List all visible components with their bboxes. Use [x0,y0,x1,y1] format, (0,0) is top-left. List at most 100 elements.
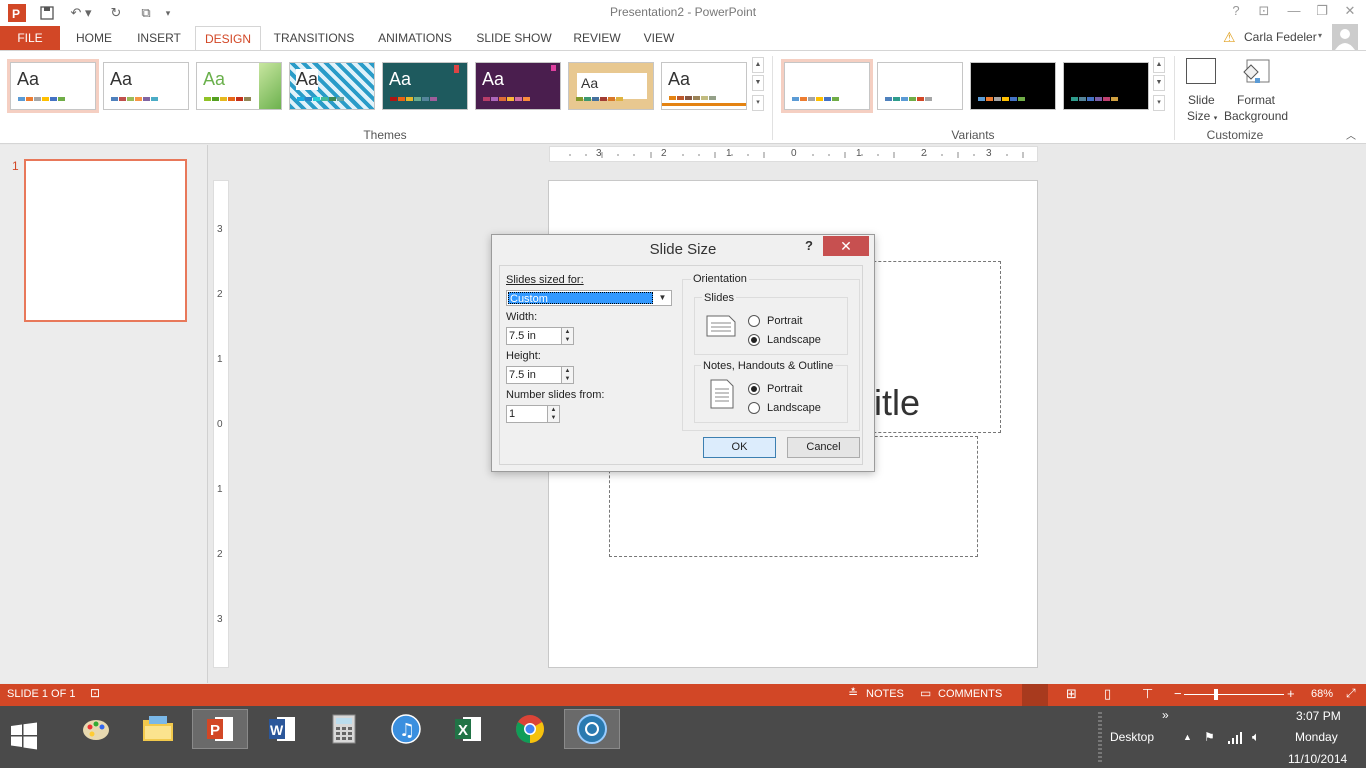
ok-button[interactable]: OK [703,437,776,458]
taskbar-separator [1098,712,1102,762]
reading-view-icon[interactable]: ▯ [1104,686,1111,702]
theme-organic[interactable]: Aa [568,62,654,110]
taskbar-chrome-icon[interactable] [502,709,558,749]
chevron-down-icon[interactable]: ▼ [655,292,670,304]
network-icon[interactable] [1228,732,1242,744]
theme-integral[interactable]: Aa [289,62,375,110]
slide-count: SLIDE 1 OF 1 [7,688,76,700]
show-hidden-icons[interactable]: ▲ [1183,732,1192,742]
slides-landscape-radio[interactable] [748,334,760,346]
restore-icon[interactable]: ❐ [1308,3,1336,21]
themes-more[interactable]: ▾ [752,95,764,111]
zoom-in-icon[interactable]: + [1287,686,1295,701]
action-center-icon[interactable]: ⚑ [1204,730,1215,744]
variant-4[interactable] [1063,62,1149,110]
landscape-page-icon [706,315,736,337]
width-spinner[interactable]: ▲ ▼ [561,327,574,345]
dialog-close-button[interactable]: ✕ [823,236,869,256]
ruler-v-label: 3 [217,614,223,625]
variants-scroll-down[interactable]: ▼ [1153,75,1165,91]
zoom-slider[interactable] [1184,694,1284,695]
account-dropdown-icon[interactable]: ▾ [1318,31,1322,40]
notes-landscape-radio[interactable] [748,402,760,414]
tab-design[interactable]: DESIGN [195,26,261,51]
height-spinner[interactable]: ▲ ▼ [561,366,574,384]
taskbar-excel-icon[interactable]: X [440,709,496,749]
tab-insert[interactable]: INSERT [130,26,188,50]
height-input[interactable]: 7.5 in [506,366,562,384]
tab-review[interactable]: REVIEW [567,26,627,50]
slides-landscape-label[interactable]: Landscape [767,334,821,346]
number-slides-from-input[interactable]: 1 [506,405,548,423]
width-input[interactable]: 7.5 in [506,327,562,345]
taskbar-calculator-icon[interactable] [316,709,372,749]
tab-slide-show[interactable]: SLIDE SHOW [472,26,556,50]
variant-1[interactable] [781,59,873,113]
title-bar: P ↶ ▾ ↻ ⧉ ▾ Presentation2 - PowerPoint ?… [0,0,1366,26]
slide-show-icon[interactable]: ⊤ [1142,686,1153,702]
notes-portrait-label[interactable]: Portrait [767,383,802,395]
slide-size-button[interactable]: Slide Size ▾ [1180,55,1222,125]
tab-view[interactable]: VIEW [637,26,681,50]
notes-landscape-label[interactable]: Landscape [767,402,821,414]
taskbar-file-explorer-icon[interactable] [130,709,186,749]
dialog-help-icon[interactable]: ? [805,238,813,253]
zoom-level[interactable]: 68% [1311,688,1333,700]
variant-2[interactable] [877,62,963,110]
format-background-button[interactable]: Format Background [1223,55,1289,125]
ruler-v-label: 1 [217,354,223,365]
theme-office[interactable]: Aa [7,59,99,113]
avatar[interactable] [1332,24,1358,50]
slide-thumbnail[interactable] [24,159,187,322]
notes-portrait-radio[interactable] [748,383,760,395]
comments-icon[interactable]: ▭ [920,686,931,700]
toolbar-expand-icon[interactable]: » [1162,708,1169,722]
clock-time[interactable]: 3:07 PM [1296,709,1341,723]
cancel-button[interactable]: Cancel [787,437,860,458]
collapse-ribbon-icon[interactable]: ︿ [1346,127,1356,142]
desktop-toolbar[interactable]: Desktop [1110,730,1154,744]
start-icon[interactable] [10,722,40,750]
sized-for-select[interactable]: Custom ▼ [506,290,672,306]
normal-view-icon[interactable] [1022,684,1048,706]
status-bar: SLIDE 1 OF 1 ⊡ ≛ NOTES ▭ COMMENTS ⊞ ▯ ⊤ … [0,684,1366,706]
variant-3[interactable] [970,62,1056,110]
slide-sorter-icon[interactable]: ⊞ [1066,686,1077,702]
tab-file[interactable]: FILE [0,26,60,50]
themes-scroll-down[interactable]: ▼ [752,75,764,91]
notes-icon[interactable]: ≛ [848,686,858,700]
user-name[interactable]: Carla Fedeler [1244,30,1317,44]
zoom-slider-handle[interactable] [1214,689,1218,700]
zoom-out-icon[interactable]: − [1174,686,1182,701]
notes-button[interactable]: NOTES [866,688,904,700]
variants-scroll-up[interactable]: ▲ [1153,57,1165,73]
themes-scroll-up[interactable]: ▲ [752,57,764,73]
tab-animations[interactable]: ANIMATIONS [370,26,460,50]
taskbar-word-icon[interactable]: W [254,709,310,749]
tab-home[interactable]: HOME [66,26,122,50]
taskbar-powerpoint-icon[interactable]: P [192,709,248,749]
ribbon-display-options-icon[interactable]: ⊡ [1250,3,1278,21]
fit-to-window-icon[interactable]: ⤢ [1346,686,1356,701]
variants-more[interactable]: ▾ [1153,95,1165,111]
slides-portrait-radio[interactable] [748,315,760,327]
theme-ion[interactable]: Aa [382,62,468,110]
minimize-icon[interactable]: — [1280,3,1308,21]
help-icon[interactable]: ? [1222,3,1250,21]
number-slides-from-spinner[interactable]: ▲ ▼ [547,405,560,423]
close-icon[interactable]: ✕ [1336,3,1364,21]
clock-day[interactable]: Monday [1295,730,1338,744]
taskbar-recorder-icon[interactable] [564,709,620,749]
volume-icon[interactable]: 🔈︎ [1252,729,1260,745]
theme-retrospect[interactable]: Aa [661,62,747,110]
theme-ion-boardroom[interactable]: Aa [475,62,561,110]
tab-transitions[interactable]: TRANSITIONS [268,26,360,50]
slides-portrait-label[interactable]: Portrait [767,315,802,327]
theme-facet[interactable]: Aa [196,62,282,110]
taskbar-paint-icon[interactable] [68,709,124,749]
comments-button[interactable]: COMMENTS [938,688,1002,700]
taskbar-itunes-icon[interactable]: ♫ [378,709,434,749]
spell-check-icon[interactable]: ⊡ [90,686,100,700]
theme-office-2[interactable]: Aa [103,62,189,110]
clock-date[interactable]: 11/10/2014 [1288,752,1347,766]
